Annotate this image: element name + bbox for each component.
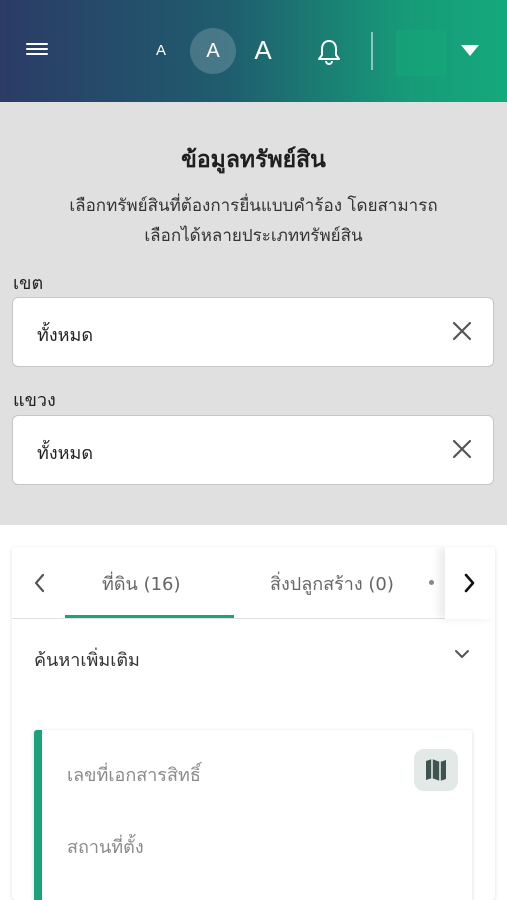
chevron-right-icon[interactable] bbox=[445, 547, 495, 619]
avatar[interactable] bbox=[396, 30, 446, 76]
doc-number-label: เลขที่เอกสารสิทธิ์ bbox=[67, 765, 201, 786]
subtitle-line-1: เลือกทรัพย์สินที่ต้องการยื่นแบบคำร้อง โด… bbox=[69, 196, 438, 216]
chevron-left-icon[interactable] bbox=[16, 547, 66, 619]
top-app-bar: A A A bbox=[0, 0, 507, 102]
header-divider bbox=[371, 32, 373, 70]
font-size-medium-button[interactable]: A bbox=[190, 28, 236, 74]
more-search-toggle[interactable]: ค้นหาเพิ่มเติม bbox=[12, 619, 495, 695]
font-size-small-button[interactable]: A bbox=[148, 38, 174, 64]
close-icon[interactable] bbox=[451, 438, 473, 460]
more-search-label: ค้นหาเพิ่มเติม bbox=[34, 650, 140, 671]
property-result-item[interactable]: เลขที่เอกสารสิทธิ์ สถานที่ตั้ง bbox=[34, 730, 472, 900]
page-title: ข้อมูลทรัพย์สิน bbox=[181, 147, 326, 173]
subdistrict-label: แขวง bbox=[13, 390, 56, 411]
chevron-down-icon[interactable] bbox=[461, 45, 479, 56]
page-subtitle: เลือกทรัพย์สินที่ต้องการยื่นแบบคำร้อง โด… bbox=[10, 191, 497, 251]
chevron-down-icon bbox=[455, 650, 469, 658]
district-select[interactable]: ทั้งหมด bbox=[12, 297, 494, 367]
font-size-large-button[interactable]: A bbox=[248, 32, 278, 68]
close-icon[interactable] bbox=[451, 320, 473, 342]
tab-land[interactable]: ที่ดิน (16) bbox=[102, 569, 181, 598]
active-tab-underline bbox=[65, 615, 234, 618]
location-label: สถานที่ตั้ง bbox=[67, 837, 144, 858]
menu-icon[interactable] bbox=[26, 40, 48, 60]
bell-icon[interactable] bbox=[316, 38, 342, 66]
district-label: เขต bbox=[13, 273, 44, 294]
tab-building[interactable]: สิ่งปลูกสร้าง (0) bbox=[270, 569, 394, 598]
property-card: ที่ดิน (16) สิ่งปลูกสร้าง (0) ค้นหาเพิ่ม… bbox=[12, 547, 495, 900]
map-icon bbox=[426, 759, 446, 781]
map-button[interactable] bbox=[414, 749, 458, 791]
tab-indicator-dot bbox=[429, 580, 434, 585]
subdistrict-select-value: ทั้งหมด bbox=[37, 443, 94, 464]
property-tabs: ที่ดิน (16) สิ่งปลูกสร้าง (0) bbox=[12, 547, 495, 619]
subdistrict-select[interactable]: ทั้งหมด bbox=[12, 415, 494, 485]
district-select-value: ทั้งหมด bbox=[37, 325, 94, 346]
subtitle-line-2: เลือกได้หลายประเภททรัพย์สิน bbox=[144, 226, 363, 246]
